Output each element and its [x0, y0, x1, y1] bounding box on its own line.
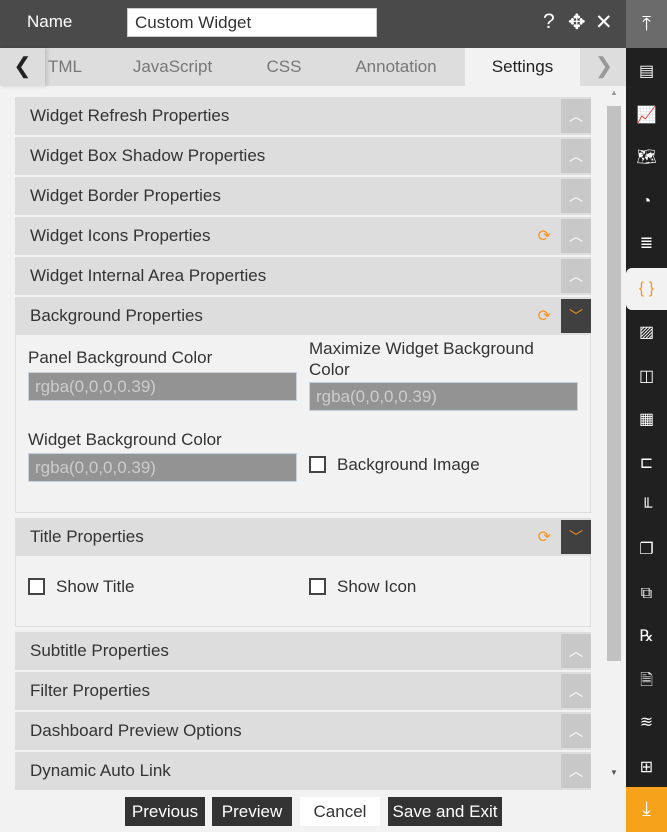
section-icons[interactable]: Widget Icons Properties ⟳ ︿ [15, 217, 591, 255]
tab-annotation[interactable]: Annotation [340, 48, 452, 86]
chevron-up-icon[interactable]: ︿ [561, 714, 591, 748]
show-icon-checkbox[interactable] [309, 578, 326, 595]
section-widget-refresh[interactable]: Widget Refresh Properties ︿ [15, 97, 591, 135]
scroll-up-icon[interactable]: ▲ [610, 88, 618, 97]
code-braces-icon[interactable]: { } [626, 268, 667, 310]
section-title: Dynamic Auto Link [30, 761, 171, 780]
calculator-icon[interactable]: ▦ [626, 399, 667, 441]
cubes-icon[interactable]: ⧉ [626, 573, 667, 615]
scrollbar-thumb[interactable] [607, 106, 621, 661]
section-auto-link[interactable]: Dynamic Auto Link ︿ [15, 752, 591, 790]
map-icon[interactable]: 🗺 [626, 137, 667, 179]
add-widget-icon[interactable]: ⊞ [626, 747, 667, 789]
name-label: Name [27, 12, 73, 31]
tab-html[interactable]: TML [40, 48, 90, 86]
chevron-up-icon[interactable]: ︿ [561, 99, 591, 133]
section-title: Widget Box Shadow Properties [30, 146, 266, 165]
widget-bg-label: Widget Background Color [28, 430, 222, 449]
section-title: Filter Properties [30, 681, 150, 700]
chevron-left-icon[interactable]: ❮ [0, 48, 45, 86]
section-title-properties[interactable]: Title Properties ⟳ ﹀ [15, 518, 591, 556]
show-icon-label: Show Icon [337, 577, 417, 596]
table-icon[interactable]: ▤ [626, 51, 667, 93]
section-title: Widget Internal Area Properties [30, 266, 267, 285]
close-icon[interactable]: ✕ [595, 10, 613, 35]
help-icon[interactable]: ? [543, 10, 555, 34]
tab-settings[interactable]: Settings [465, 48, 580, 86]
chevron-down-icon[interactable]: ﹀ [561, 520, 591, 554]
previous-button[interactable]: Previous [125, 797, 205, 826]
cancel-button[interactable]: Cancel [300, 797, 380, 826]
section-title: Widget Icons Properties [30, 226, 211, 245]
document-icon[interactable]: ≣ [626, 223, 667, 265]
scroll-down-icon[interactable]: ▼ [610, 768, 618, 777]
refresh-icon[interactable]: ⟳ [538, 306, 551, 326]
section-box-shadow[interactable]: Widget Box Shadow Properties ︿ [15, 137, 591, 175]
section-title: Dashboard Preview Options [30, 721, 242, 740]
tree-icon[interactable]: ⊏ [626, 443, 667, 485]
section-title: Widget Refresh Properties [30, 106, 230, 125]
collapse-top-icon[interactable]: ⤒ [626, 0, 667, 48]
image-icon[interactable]: ▨ [626, 312, 667, 354]
copy-icon[interactable]: ❐ [626, 529, 667, 571]
section-title: Title Properties [30, 527, 144, 546]
layers-icon[interactable]: ≋ [626, 702, 667, 744]
preview-button[interactable]: Preview [212, 797, 292, 826]
download-icon[interactable]: ⤓ [626, 787, 667, 832]
save-exit-button[interactable]: Save and Exit [388, 797, 502, 826]
chevron-up-icon[interactable]: ︿ [561, 259, 591, 293]
chevron-up-icon[interactable]: ︿ [561, 219, 591, 253]
file-icon[interactable]: 🗎 [626, 660, 667, 702]
refresh-icon[interactable]: ⟳ [538, 527, 551, 547]
report-icon[interactable]: ◔ [626, 181, 667, 223]
section-filter[interactable]: Filter Properties ︿ [15, 672, 591, 710]
section-title: Subtitle Properties [30, 641, 169, 660]
widget-bg-input[interactable] [28, 453, 297, 482]
show-title-label: Show Title [56, 577, 135, 596]
chevron-right-icon[interactable]: ❯ [584, 48, 624, 86]
chevron-up-icon[interactable]: ︿ [561, 139, 591, 173]
section-dashboard-preview[interactable]: Dashboard Preview Options ︿ [15, 712, 591, 750]
tab-css[interactable]: CSS [250, 48, 318, 86]
chevron-up-icon[interactable]: ︿ [561, 754, 591, 788]
move-icon[interactable]: ✥ [568, 10, 586, 35]
section-internal-area[interactable]: Widget Internal Area Properties ︿ [15, 257, 591, 295]
name-input[interactable] [127, 8, 377, 37]
maximize-bg-label: Maximize Widget Background Color [309, 339, 534, 379]
chart-icon[interactable]: 📈 [626, 95, 667, 137]
refresh-icon[interactable]: ⟳ [538, 226, 551, 246]
rx-icon[interactable]: ℞ [626, 616, 667, 658]
chevron-up-icon[interactable]: ︿ [561, 634, 591, 668]
chevron-up-icon[interactable]: ︿ [561, 674, 591, 708]
background-image-checkbox[interactable] [309, 456, 326, 473]
background-image-label: Background Image [337, 455, 480, 474]
tab-javascript[interactable]: JavaScript [115, 48, 230, 86]
section-background[interactable]: Background Properties ⟳ ﹀ [15, 297, 591, 335]
section-border[interactable]: Widget Border Properties ︿ [15, 177, 591, 215]
maximize-bg-input[interactable] [309, 382, 578, 411]
section-subtitle[interactable]: Subtitle Properties ︿ [15, 632, 591, 670]
chevron-up-icon[interactable]: ︿ [561, 179, 591, 213]
bar-chart-icon[interactable]: ╙ [626, 487, 667, 529]
section-title: Background Properties [30, 306, 203, 325]
panel-bg-input[interactable] [28, 372, 297, 401]
chevron-down-icon[interactable]: ﹀ [561, 299, 591, 333]
frame-icon[interactable]: ◫ [626, 356, 667, 398]
section-title: Widget Border Properties [30, 186, 221, 205]
panel-bg-label: Panel Background Color [28, 348, 213, 367]
show-title-checkbox[interactable] [28, 578, 45, 595]
